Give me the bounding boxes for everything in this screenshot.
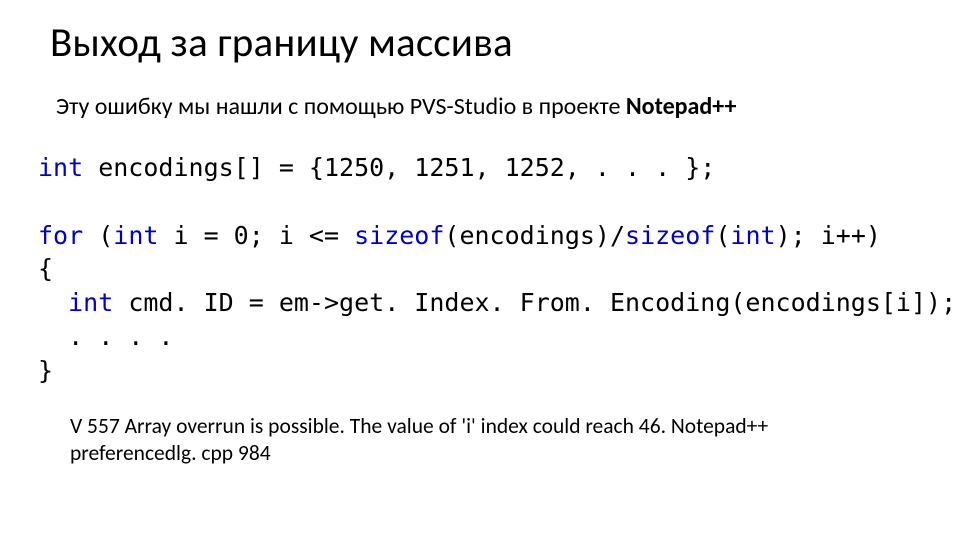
keyword-int: int	[730, 221, 775, 250]
subtitle-project: Notepad++	[626, 92, 737, 121]
keyword-sizeof: sizeof	[354, 221, 444, 250]
keyword-int: int	[38, 153, 83, 182]
slide: Выход за границу массива Эту ошибку мы н…	[0, 0, 960, 540]
keyword-int: int	[68, 288, 113, 317]
code-text: }	[38, 356, 53, 385]
code-text: encodings[] = {1250, 1251, 1252, . . . }…	[83, 153, 715, 182]
keyword-sizeof: sizeof	[625, 221, 715, 250]
code-text: (	[715, 221, 730, 250]
code-text: ); i++)	[776, 221, 881, 250]
code-text: {	[38, 254, 53, 283]
keyword-int: int	[113, 221, 158, 250]
code-text: i = 0; i <=	[158, 221, 354, 250]
slide-title: Выход за границу массива	[50, 18, 910, 68]
code-block: int encodings[] = {1250, 1251, 1252, . .…	[38, 151, 910, 387]
code-text: (encodings)/	[444, 221, 625, 250]
diagnostic-message: V 557 Array overrun is possible. The val…	[70, 413, 870, 467]
slide-subtitle: Эту ошибку мы нашли с помощью PVS-Studio…	[56, 92, 910, 121]
code-text: . . . .	[38, 322, 173, 351]
code-indent	[38, 288, 68, 317]
code-text: (	[83, 221, 113, 250]
subtitle-text: Эту ошибку мы нашли с помощью PVS-Studio…	[56, 92, 626, 121]
code-text: cmd. ID = em->get. Index. From. Encoding…	[113, 288, 956, 317]
keyword-for: for	[38, 221, 83, 250]
